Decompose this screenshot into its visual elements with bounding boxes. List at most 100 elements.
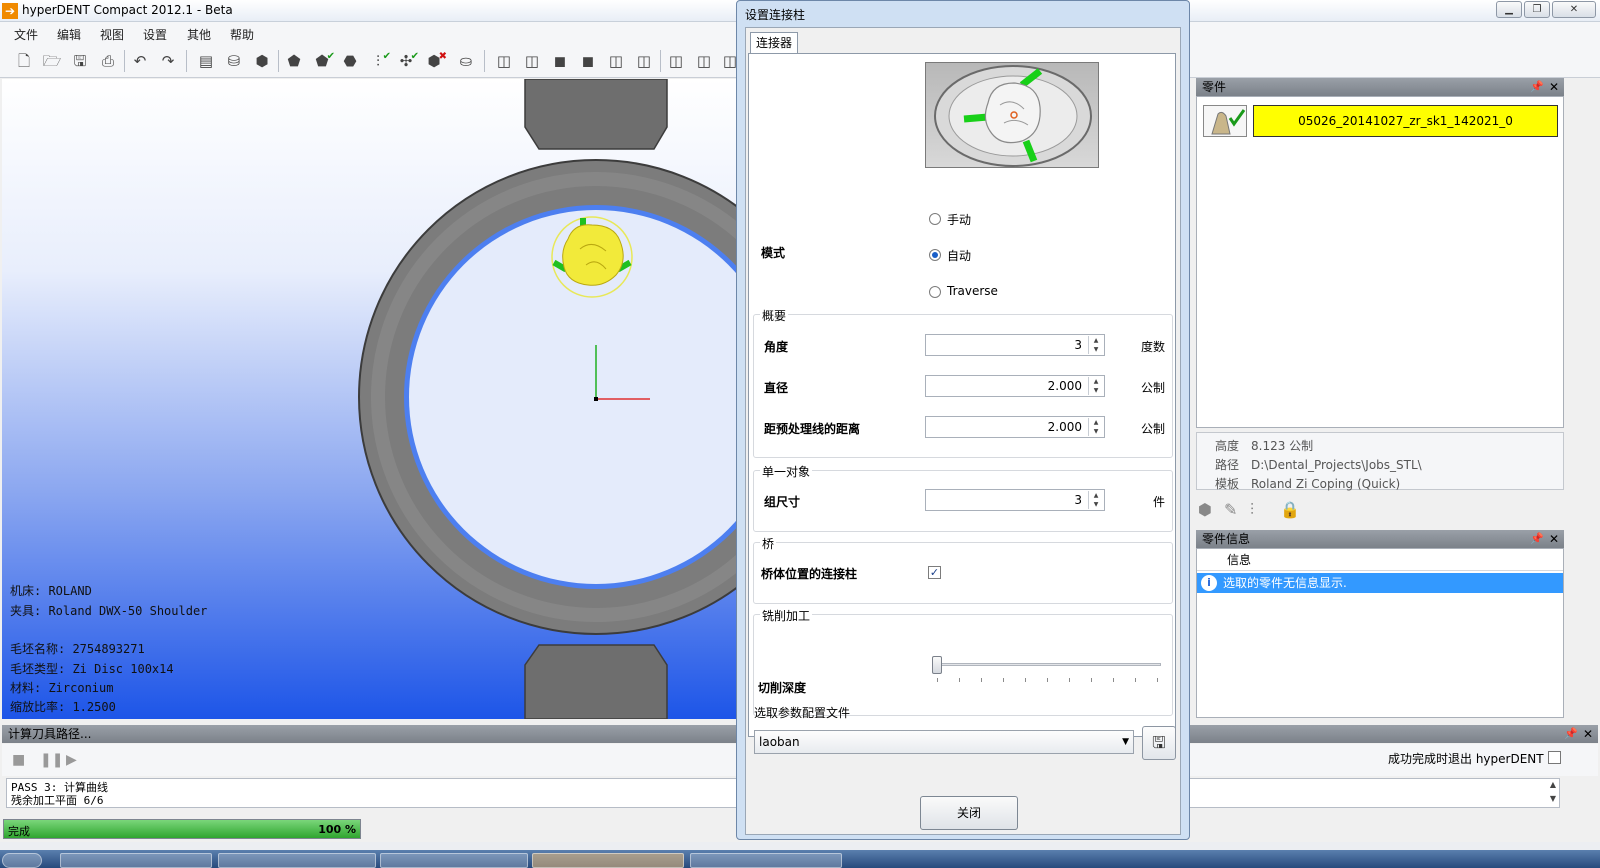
close-dialog-button[interactable]: 关闭: [920, 796, 1018, 830]
tooth-remove-icon[interactable]: ⬢ ✖: [424, 51, 447, 71]
prop-path: 路径 D:\Dental_Projects\Jobs_STL\: [1215, 458, 1422, 472]
mode-label: 模式: [761, 246, 786, 260]
distance-stepper[interactable]: ▲ ▼: [1088, 418, 1103, 436]
view-front-icon[interactable]: ◫: [494, 51, 514, 71]
mode-traverse-label[interactable]: Traverse: [947, 284, 998, 298]
slider-tick: [1091, 678, 1092, 682]
tooth-icon[interactable]: ⬟: [284, 51, 304, 71]
view-right-icon[interactable]: ◫: [634, 51, 654, 71]
part-actions: ⬢ ✎ ⫶ 🔒: [1196, 498, 1564, 522]
close-panel-icon[interactable]: ✕: [1549, 78, 1559, 96]
bridge-connector-checkbox[interactable]: ✓: [928, 566, 941, 579]
save-profile-button[interactable]: 🖫: [1142, 726, 1176, 760]
pin-icon[interactable]: 📌: [1530, 78, 1544, 96]
redo-icon[interactable]: ↷: [158, 51, 178, 71]
parts-list: 05026_20141027_zr_sk1_142021_0: [1196, 96, 1564, 428]
stop-icon[interactable]: ■: [12, 752, 25, 768]
info-column-header[interactable]: 信息: [1197, 549, 1563, 571]
view-iso-icon[interactable]: ◫: [666, 51, 686, 71]
tooth-edit-icon[interactable]: ⬢: [1198, 500, 1212, 519]
angle-input[interactable]: 3 ▲ ▼: [925, 334, 1105, 356]
group-size-input[interactable]: 3 ▲ ▼: [925, 489, 1105, 511]
log-scrollbar[interactable]: ▲ ▼: [1546, 778, 1560, 808]
angle-stepper[interactable]: ▲ ▼: [1088, 336, 1103, 354]
close-window-button[interactable]: ✕: [1552, 1, 1596, 18]
part-thumbnail[interactable]: [1203, 105, 1247, 137]
menu-view[interactable]: 视图: [100, 26, 124, 43]
part-name-selected[interactable]: 05026_20141027_zr_sk1_142021_0: [1253, 105, 1558, 137]
mode-manual-label[interactable]: 手动: [947, 211, 971, 228]
toolbar-separator: [278, 50, 279, 72]
close-panel-icon[interactable]: ✕: [1583, 725, 1593, 743]
tooth-check-icon[interactable]: ⬟ ✔: [312, 51, 335, 71]
connector-icon[interactable]: ⫶: [1250, 500, 1254, 520]
new-file-icon[interactable]: 🗋: [14, 51, 34, 71]
fixture-label: 夹具: Roland DWX-50 Shoulder: [10, 604, 208, 618]
diameter-label: 直径: [764, 381, 789, 395]
print-icon[interactable]: ⎙: [98, 51, 118, 71]
scale-label: 缩放比率: 1.2500: [10, 700, 116, 714]
3d-viewport[interactable]: 机床: ROLAND 夹具: Roland DWX-50 Shoulder 毛坯…: [2, 79, 742, 719]
pin-icon[interactable]: 📌: [1564, 725, 1578, 743]
mode-manual-radio[interactable]: [929, 213, 941, 225]
blank-disc-icon[interactable]: ⛁: [224, 51, 244, 71]
mode-auto-radio[interactable]: [929, 249, 941, 261]
view-bottom-icon[interactable]: ◼: [578, 51, 598, 71]
cut-depth-slider-track[interactable]: [935, 663, 1161, 666]
profile-select[interactable]: laoban ▼: [754, 730, 1134, 754]
minimize-button[interactable]: ▁: [1496, 1, 1522, 18]
menu-edit[interactable]: 编辑: [57, 26, 81, 43]
play-icon[interactable]: ▶: [66, 752, 77, 768]
menu-file[interactable]: 文件: [14, 26, 38, 43]
mode-traverse-radio[interactable]: [929, 286, 941, 298]
toolbar-separator: [124, 50, 125, 72]
mode-auto-label[interactable]: 自动: [947, 247, 971, 264]
slider-tick: [1025, 678, 1026, 682]
menu-help[interactable]: 帮助: [230, 26, 254, 43]
taskbar-item[interactable]: [380, 853, 528, 868]
fixture-bottom-bar: [524, 644, 668, 719]
connector-check-icon[interactable]: ⫶ ✔: [368, 51, 391, 71]
disc-view-icon[interactable]: ⛀: [456, 51, 476, 71]
close-panel-icon[interactable]: ✕: [1549, 530, 1559, 548]
tab-connector[interactable]: 连接器: [750, 32, 798, 54]
pause-icon[interactable]: ❚❚: [40, 752, 63, 768]
save-icon[interactable]: 🖫: [70, 51, 90, 71]
lock-icon[interactable]: 🔒: [1280, 500, 1300, 519]
diameter-input[interactable]: 2.000 ▲ ▼: [925, 375, 1105, 397]
undo-icon[interactable]: ↶: [130, 51, 150, 71]
connector-tool-check-icon[interactable]: ✣ ✔: [396, 51, 419, 71]
view-top-icon[interactable]: ◼: [550, 51, 570, 71]
distance-input[interactable]: 2.000 ▲ ▼: [925, 416, 1105, 438]
cut-depth-slider-thumb[interactable]: [932, 656, 942, 674]
diameter-stepper[interactable]: ▲ ▼: [1088, 377, 1103, 395]
view-left-icon[interactable]: ◫: [606, 51, 626, 71]
group-size-stepper[interactable]: ▲ ▼: [1088, 491, 1103, 509]
chevron-down-icon[interactable]: ▼: [1122, 731, 1129, 753]
tooth-rotate-icon[interactable]: ⬣: [340, 51, 360, 71]
tooth-thumbnail-icon: [1211, 109, 1246, 135]
open-folder-icon[interactable]: 🗁: [42, 51, 62, 71]
taskbar-item[interactable]: [218, 853, 376, 868]
prop-template: 模板 Roland Zi Coping (Quick): [1215, 477, 1401, 491]
angle-value: 3: [1074, 338, 1082, 352]
exit-on-success-checkbox[interactable]: [1548, 751, 1561, 764]
menu-other[interactable]: 其他: [187, 26, 211, 43]
add-part-icon[interactable]: ⬢: [252, 51, 272, 71]
brush-icon[interactable]: ✎: [1224, 500, 1237, 519]
menu-settings[interactable]: 设置: [143, 26, 167, 43]
view-back-icon[interactable]: ◫: [522, 51, 542, 71]
maximize-button[interactable]: ❐: [1524, 1, 1550, 18]
taskbar-item[interactable]: [60, 853, 212, 868]
taskbar-item[interactable]: [690, 853, 842, 868]
start-button[interactable]: [2, 853, 42, 868]
view-iso2-icon[interactable]: ◫: [694, 51, 714, 71]
slider-tick: [1069, 678, 1070, 682]
summary-group-title: 概要: [760, 307, 789, 324]
window-title: hyperDENT Compact 2012.1 - Beta: [22, 3, 233, 17]
taskbar-item-active[interactable]: [532, 853, 684, 868]
info-row-selected[interactable]: i 选取的零件无信息显示.: [1197, 573, 1563, 593]
pin-icon[interactable]: 📌: [1530, 530, 1544, 548]
part-info-panel-header: 零件信息 📌 ✕: [1196, 530, 1564, 548]
fixture-icon[interactable]: ▤: [196, 51, 216, 71]
